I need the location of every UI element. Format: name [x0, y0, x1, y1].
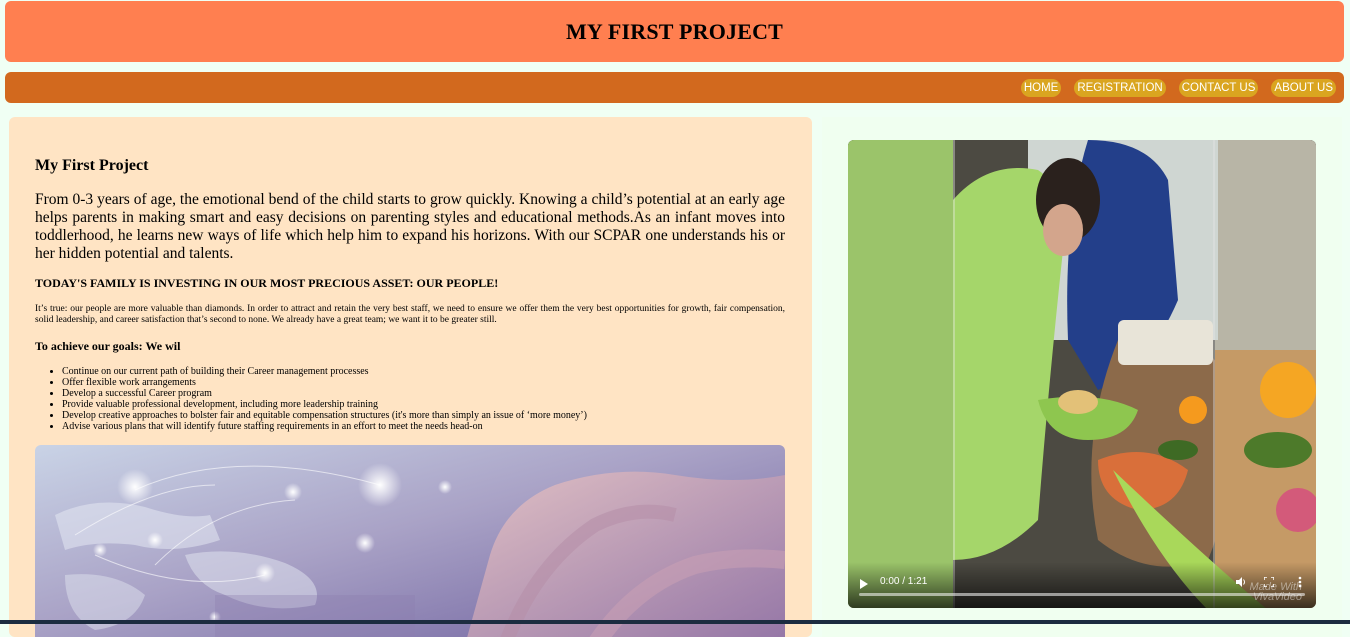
- article: My First Project From 0-3 years of age, …: [35, 157, 785, 444]
- site-header: MY FIRST PROJECT: [5, 1, 1344, 62]
- volume-icon[interactable]: [1236, 577, 1246, 587]
- main-content-panel: My First Project From 0-3 years of age, …: [9, 117, 812, 637]
- goals-list: Continue on our current path of building…: [35, 366, 785, 432]
- video-player[interactable]: 0:00 / 1:21 Made With VivaVideo: [848, 140, 1316, 608]
- goal-item: Continue on our current path of building…: [62, 366, 785, 377]
- video-controls: 0:00 / 1:21 Made With VivaVideo: [848, 562, 1316, 608]
- hero-image: [35, 445, 785, 637]
- fullscreen-icon[interactable]: [1264, 577, 1274, 587]
- more-options-icon[interactable]: [1298, 576, 1302, 588]
- video-panel: 0:00 / 1:21 Made With VivaVideo: [822, 117, 1342, 637]
- goals-heading: To achieve our goals: We wil: [35, 339, 181, 353]
- navbar: HOME REGISTRATION CONTACT US ABOUT US: [5, 72, 1344, 103]
- nav-about-link[interactable]: ABOUT US: [1271, 78, 1336, 97]
- play-icon[interactable]: [860, 579, 868, 589]
- article-heading: My First Project: [35, 157, 149, 174]
- goal-item: Offer flexible work arrangements: [62, 377, 785, 388]
- nav-home-link[interactable]: HOME: [1020, 78, 1062, 97]
- goal-item: Develop a successful Career program: [62, 388, 785, 399]
- intro-paragraph: From 0-3 years of age, the emotional ben…: [35, 191, 785, 262]
- goal-item: Advise various plans that will identify …: [62, 421, 785, 432]
- site-title: MY FIRST PROJECT: [565, 18, 784, 44]
- section-subheading: TODAY'S FAMILY IS INVESTING IN OUR MOST …: [35, 276, 499, 290]
- goal-item: Develop creative approaches to bolster f…: [62, 410, 785, 421]
- bottom-edge: [0, 620, 1350, 624]
- video-seek-bar[interactable]: [859, 593, 1305, 596]
- video-watermark: Made With VivaVideo: [1250, 582, 1302, 603]
- video-time: 0:00 / 1:21: [880, 576, 928, 587]
- video-frame: [848, 140, 1316, 608]
- people-paragraph: It’s true: our people are more valuable …: [35, 304, 785, 325]
- goal-item: Provide valuable professional developmen…: [62, 399, 785, 410]
- nav-contact-link[interactable]: CONTACT US: [1178, 78, 1259, 97]
- nav-registration-link[interactable]: REGISTRATION: [1074, 78, 1166, 97]
